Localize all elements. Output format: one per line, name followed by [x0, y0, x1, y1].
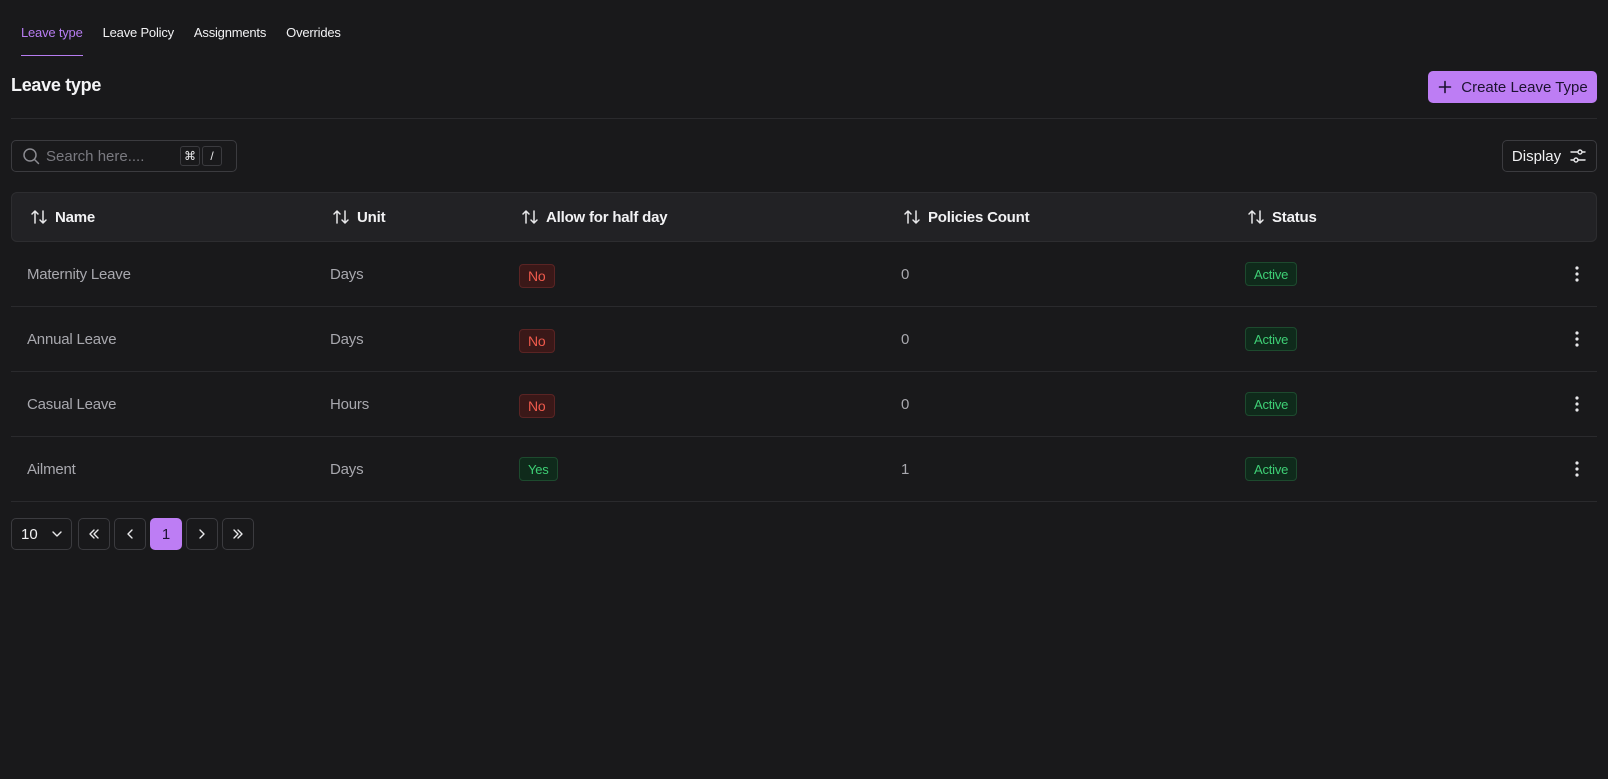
more-vertical-icon	[1575, 396, 1579, 412]
cell-half-day: No	[519, 307, 555, 371]
column-label: Status	[1272, 208, 1317, 226]
cell-half-day: No	[519, 372, 555, 436]
chevron-left-icon	[127, 529, 133, 539]
tab-leave-type[interactable]: Leave type	[21, 0, 83, 56]
page-size-select[interactable]: 10	[11, 518, 72, 550]
cell-name: Casual Leave	[27, 395, 117, 413]
more-vertical-icon	[1575, 461, 1579, 477]
status-badge: Active	[1245, 262, 1298, 286]
cell-policies-count: 0	[901, 265, 910, 283]
more-vertical-icon	[1575, 266, 1579, 282]
row-actions-button[interactable]	[1567, 437, 1587, 501]
column-header-status[interactable]: Status	[1246, 193, 1317, 241]
column-header-policies-count[interactable]: Policies Count	[902, 193, 1030, 241]
row-actions-button[interactable]	[1567, 242, 1587, 306]
tab-overrides[interactable]: Overrides	[286, 0, 341, 56]
cell-name: Annual Leave	[27, 330, 117, 348]
page-title: Leave type	[11, 75, 102, 95]
page-button-current[interactable]: 1	[150, 518, 182, 550]
chevron-right-icon	[199, 529, 205, 539]
cell-name: Maternity Leave	[27, 265, 131, 283]
tab-assignments[interactable]: Assignments	[194, 0, 266, 56]
cell-unit: Hours	[330, 395, 370, 413]
column-header-name[interactable]: Name	[29, 193, 95, 241]
cell-unit: Days	[330, 330, 364, 348]
half-day-badge: Yes	[519, 457, 558, 481]
column-label: Unit	[357, 208, 386, 226]
slash-key-hint: /	[202, 146, 222, 166]
cell-name: Ailment	[27, 460, 76, 478]
tab-leave-policy[interactable]: Leave Policy	[103, 0, 175, 56]
half-day-badge: No	[519, 264, 555, 288]
cell-half-day: No	[519, 242, 555, 306]
next-page-button[interactable]	[186, 518, 218, 550]
cell-half-day: Yes	[519, 437, 558, 501]
table-header: Name Unit Allow for half day Policies Co…	[11, 192, 1597, 242]
column-header-half-day[interactable]: Allow for half day	[520, 193, 668, 241]
sort-icon	[1248, 210, 1264, 224]
create-button-label: Create Leave Type	[1461, 78, 1588, 96]
tab-bar: Leave type Leave Policy Assignments Over…	[21, 0, 341, 56]
chevrons-left-icon	[89, 529, 99, 539]
table-row[interactable]: Ailment Days Yes 1 Active	[11, 437, 1597, 502]
half-day-badge: No	[519, 329, 555, 353]
search-input[interactable]	[46, 147, 178, 165]
cell-status: Active	[1245, 437, 1298, 501]
page-size-value: 10	[21, 525, 38, 543]
cell-status: Active	[1245, 372, 1298, 436]
sort-icon	[522, 210, 538, 224]
status-badge: Active	[1245, 457, 1298, 481]
status-badge: Active	[1245, 392, 1298, 416]
command-key-hint: ⌘	[180, 146, 200, 166]
cell-policies-count: 1	[901, 460, 910, 478]
search-icon	[23, 148, 40, 165]
column-label: Name	[55, 208, 96, 226]
row-actions-button[interactable]	[1567, 372, 1587, 436]
column-label: Allow for half day	[546, 208, 668, 226]
column-header-unit[interactable]: Unit	[331, 193, 386, 241]
header-divider	[11, 118, 1597, 119]
cell-policies-count: 0	[901, 395, 910, 413]
first-page-button[interactable]	[78, 518, 110, 550]
cell-status: Active	[1245, 242, 1298, 306]
more-vertical-icon	[1575, 331, 1579, 347]
chevrons-right-icon	[233, 529, 243, 539]
status-badge: Active	[1245, 327, 1298, 351]
table-row[interactable]: Maternity Leave Days No 0 Active	[11, 242, 1597, 307]
column-label: Policies Count	[928, 208, 1030, 226]
plus-icon	[1438, 80, 1452, 94]
create-leave-type-button[interactable]: Create Leave Type	[1428, 71, 1597, 103]
half-day-badge: No	[519, 394, 555, 418]
table-row[interactable]: Annual Leave Days No 0 Active	[11, 307, 1597, 372]
cell-policies-count: 0	[901, 330, 910, 348]
cell-unit: Days	[330, 265, 364, 283]
cell-status: Active	[1245, 307, 1298, 371]
row-actions-button[interactable]	[1567, 307, 1587, 371]
table-row[interactable]: Casual Leave Hours No 0 Active	[11, 372, 1597, 437]
sort-icon	[904, 210, 920, 224]
sort-icon	[333, 210, 349, 224]
display-button[interactable]: Display	[1502, 140, 1597, 172]
chevron-down-icon	[51, 531, 62, 537]
previous-page-button[interactable]	[114, 518, 146, 550]
sliders-icon	[1570, 149, 1586, 163]
cell-unit: Days	[330, 460, 364, 478]
last-page-button[interactable]	[222, 518, 254, 550]
sort-icon	[31, 210, 47, 224]
search-box[interactable]: ⌘ /	[11, 140, 237, 172]
display-button-label: Display	[1511, 147, 1562, 165]
